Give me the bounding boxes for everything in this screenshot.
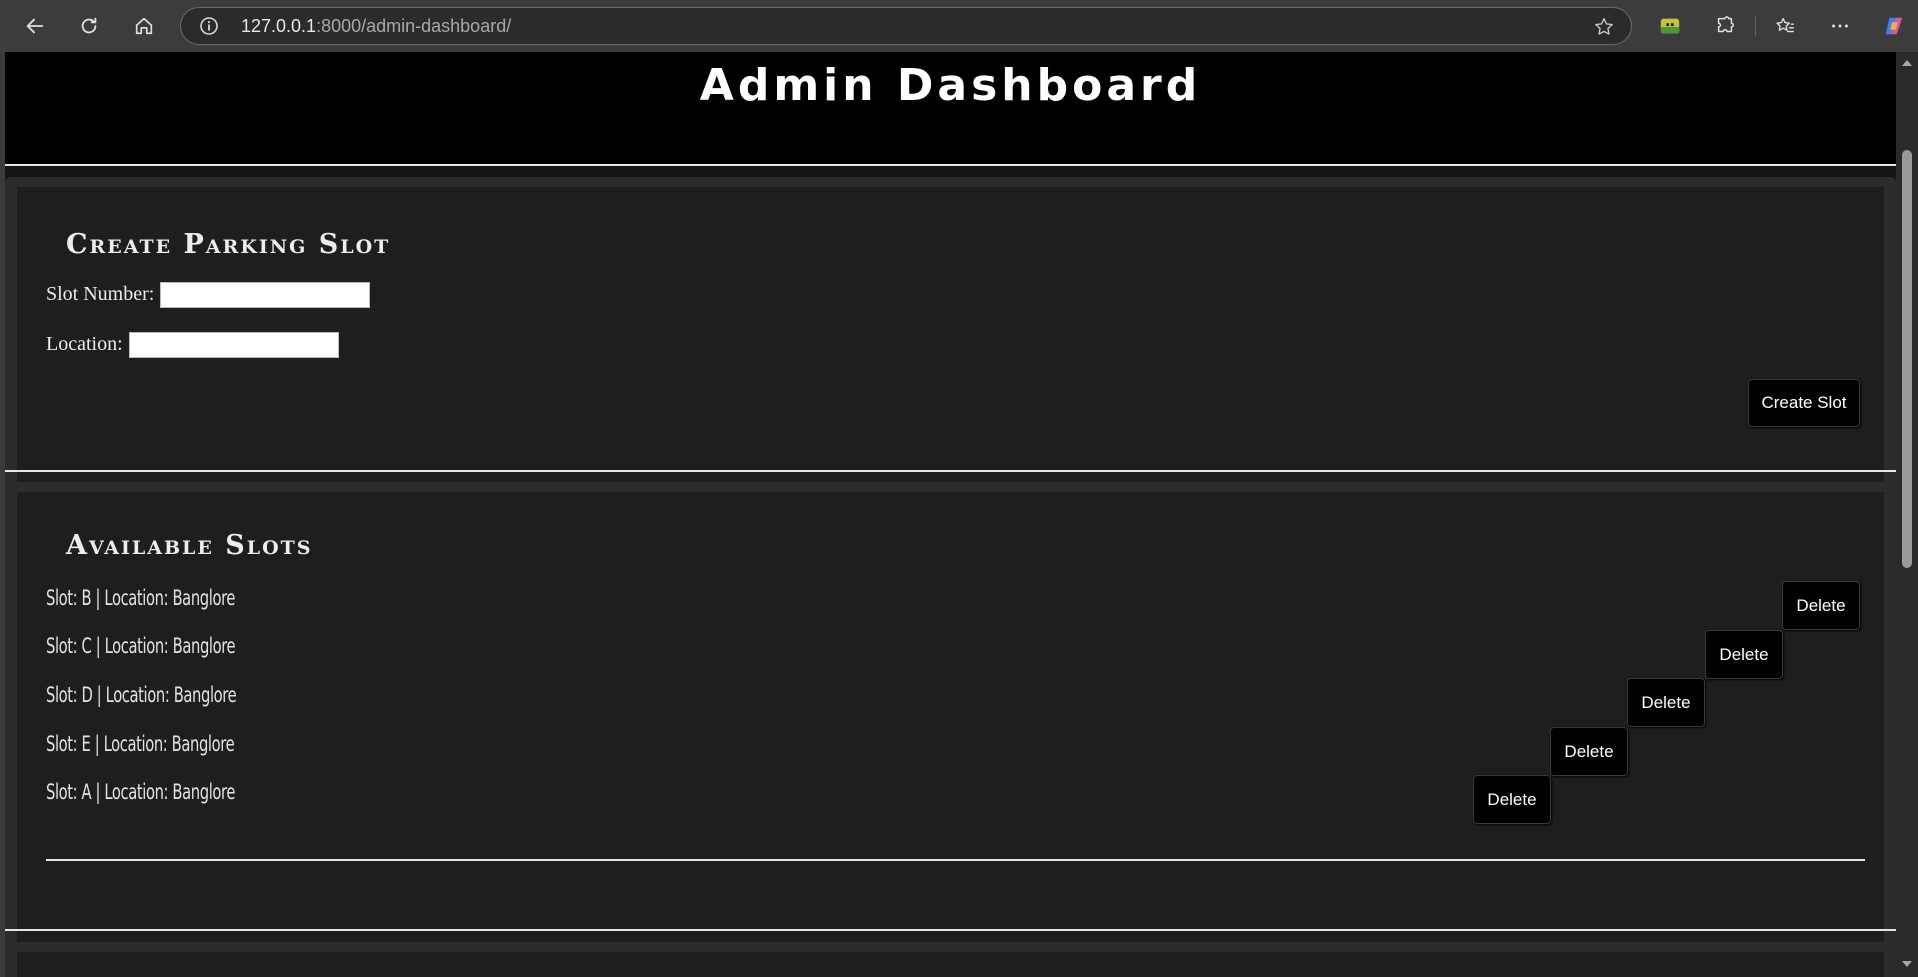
- site-info-icon[interactable]: [199, 16, 219, 36]
- slot-number-label: Slot Number:: [46, 283, 155, 305]
- slot-list-item: Slot: C | Location: Banglore: [46, 634, 236, 658]
- create-slot-panel: Create Parking Slot Slot Number: Locatio…: [5, 177, 1896, 514]
- toolbar-separator: [1755, 16, 1756, 36]
- page-header: Admin Dashboard: [5, 52, 1896, 164]
- delete-slot-button[interactable]: Delete: [1473, 775, 1551, 824]
- scroll-down-arrow-icon[interactable]: [1901, 959, 1913, 969]
- copilot-icon[interactable]: [1876, 8, 1912, 44]
- next-section-panel: [5, 942, 1896, 977]
- reload-button[interactable]: [71, 8, 107, 44]
- header-divider: [5, 164, 1896, 166]
- favorites-icon[interactable]: [1767, 8, 1803, 44]
- available-slots-heading: Available Slots: [66, 530, 313, 561]
- delete-slot-button[interactable]: Delete: [1782, 581, 1860, 630]
- scroll-up-arrow-icon[interactable]: [1901, 58, 1913, 68]
- extension-app-icon[interactable]: [1652, 8, 1688, 44]
- home-button[interactable]: [126, 8, 162, 44]
- location-input[interactable]: [129, 332, 339, 358]
- delete-slot-button[interactable]: Delete: [1627, 678, 1705, 727]
- delete-slot-button[interactable]: Delete: [1550, 727, 1628, 776]
- more-options-icon[interactable]: [1822, 8, 1858, 44]
- create-slot-heading: Create Parking Slot: [66, 229, 391, 260]
- slot-list-item: Slot: A | Location: Banglore: [46, 780, 236, 804]
- slots-list-divider: [46, 859, 1865, 861]
- url-text[interactable]: 127.0.0.1:8000/admin-dashboard/: [241, 16, 511, 37]
- page-viewport: Admin Dashboard Create Parking Slot Slot…: [5, 52, 1896, 977]
- home-icon: [135, 17, 153, 35]
- create-slot-divider: [5, 470, 1896, 472]
- back-arrow-icon: [26, 18, 44, 34]
- favorite-star-icon[interactable]: [1593, 16, 1615, 38]
- back-button[interactable]: [17, 8, 53, 44]
- slot-list-item: Slot: B | Location: Banglore: [46, 586, 236, 610]
- slot-list-item: Slot: D | Location: Banglore: [46, 683, 237, 707]
- create-slot-panel-inner: Create Parking Slot Slot Number: Locatio…: [17, 187, 1884, 504]
- slot-list-item: Slot: E | Location: Banglore: [46, 732, 235, 756]
- available-slots-divider: [5, 929, 1896, 931]
- delete-slot-button[interactable]: Delete: [1705, 630, 1783, 679]
- create-slot-button[interactable]: Create Slot: [1748, 379, 1860, 427]
- slot-number-input[interactable]: [160, 282, 370, 308]
- url-host: 127.0.0.1: [241, 16, 317, 36]
- scrollbar-thumb[interactable]: [1902, 150, 1912, 568]
- browser-toolbar: 127.0.0.1:8000/admin-dashboard/: [0, 0, 1918, 52]
- available-slots-panel: Available Slots Slot: B | Location: Bang…: [5, 482, 1896, 972]
- page-scrollbar[interactable]: [1896, 52, 1918, 977]
- available-slots-panel-inner: Available Slots Slot: B | Location: Bang…: [17, 492, 1884, 962]
- reload-icon: [81, 17, 97, 34]
- extensions-puzzle-icon[interactable]: [1707, 8, 1743, 44]
- location-label: Location:: [46, 333, 123, 355]
- next-section-panel-inner: [17, 952, 1884, 977]
- url-path: :8000/admin-dashboard/: [316, 16, 512, 36]
- page-title: Admin Dashboard: [699, 60, 1202, 111]
- address-bar[interactable]: 127.0.0.1:8000/admin-dashboard/: [180, 7, 1632, 45]
